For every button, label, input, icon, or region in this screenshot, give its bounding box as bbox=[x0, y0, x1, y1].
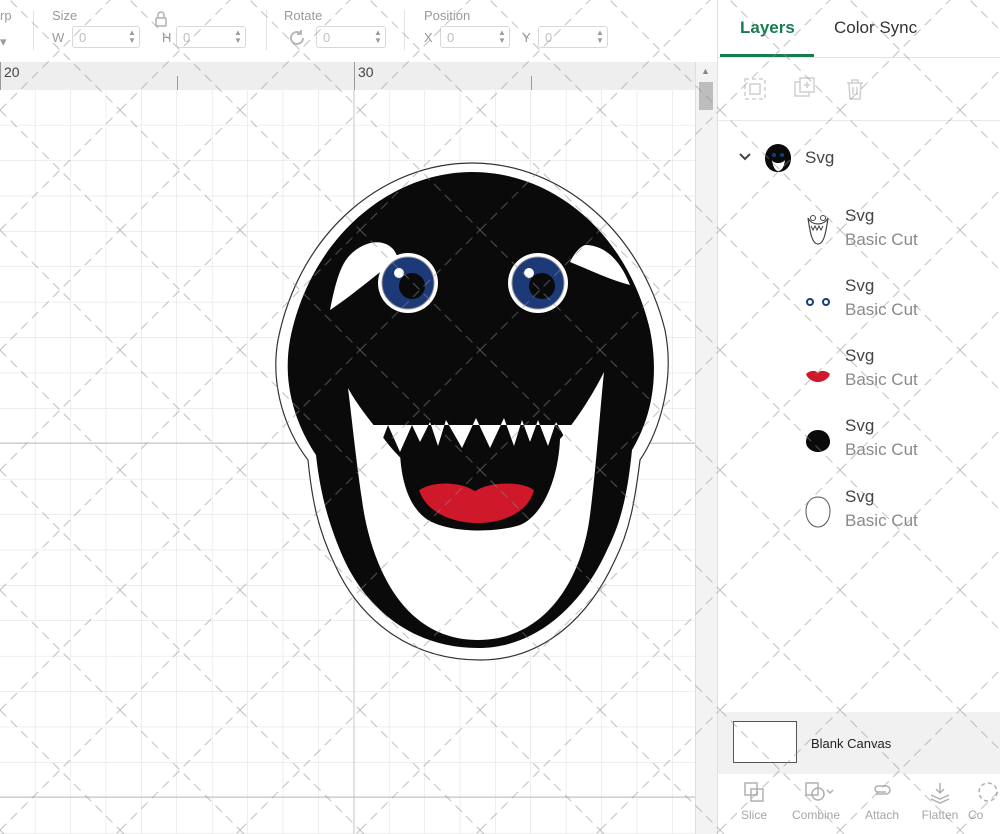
layer-row[interactable]: Svg Basic Cut bbox=[718, 270, 1000, 334]
horizontal-ruler: 20 30 bbox=[0, 62, 717, 91]
trash-icon[interactable] bbox=[842, 76, 868, 102]
ruler-tick bbox=[177, 76, 178, 90]
height-value: 0 bbox=[183, 30, 191, 45]
mascot-right-eye bbox=[508, 253, 568, 313]
toolbar-divider bbox=[718, 120, 1000, 121]
x-label: X bbox=[424, 30, 433, 45]
chevron-down-icon[interactable] bbox=[738, 150, 752, 169]
operation-label: rp bbox=[0, 8, 12, 23]
toolbar-divider bbox=[266, 10, 267, 50]
ruler-tick bbox=[354, 62, 355, 90]
rotate-input[interactable]: 0 ▲ ▼ bbox=[316, 26, 386, 48]
layer-type: Basic Cut bbox=[845, 511, 918, 530]
layer-name: Svg bbox=[845, 276, 875, 295]
rotate-label: Rotate bbox=[284, 8, 323, 23]
x-value: 0 bbox=[447, 30, 455, 45]
black-head-icon bbox=[804, 422, 832, 458]
layer-type: Basic Cut bbox=[845, 300, 918, 319]
layer-type: Basic Cut bbox=[845, 230, 918, 249]
layer-group-name[interactable]: Svg bbox=[805, 148, 834, 168]
layer-name: Svg bbox=[845, 487, 875, 506]
size-label: Size bbox=[52, 8, 78, 23]
slice-button[interactable]: Slice bbox=[726, 780, 782, 822]
layer-name: Svg bbox=[845, 346, 875, 365]
layer-row[interactable]: Svg Basic Cut bbox=[718, 410, 1000, 474]
layer-type: Basic Cut bbox=[845, 440, 918, 459]
combine-label: Combine bbox=[791, 808, 841, 822]
toolbar-divider bbox=[404, 10, 405, 50]
layer-row[interactable]: Svg Basic Cut bbox=[718, 340, 1000, 404]
y-position-input[interactable]: 0 ▲ ▼ bbox=[538, 26, 608, 48]
width-input[interactable]: 0 ▲ ▼ bbox=[72, 26, 140, 48]
ruler-tick bbox=[531, 76, 532, 90]
contour-label: Co bbox=[968, 808, 984, 822]
canvas-vertical-scrollbar[interactable]: ▲ bbox=[695, 62, 718, 834]
layer-actions-bar: Slice Combine Attach Flatten Co bbox=[718, 774, 1000, 834]
outline-shape-icon bbox=[804, 493, 832, 529]
blank-canvas-label: Blank Canvas bbox=[811, 736, 892, 751]
attach-icon bbox=[870, 780, 894, 804]
rotate-stepper[interactable]: ▲ ▼ bbox=[373, 29, 383, 45]
height-label: H bbox=[162, 30, 172, 45]
rotate-icon[interactable] bbox=[286, 27, 308, 52]
width-value: 0 bbox=[79, 30, 87, 45]
attach-label: Attach bbox=[864, 808, 900, 822]
y-stepper[interactable]: ▲ ▼ bbox=[595, 29, 605, 45]
scroll-up-icon[interactable]: ▲ bbox=[701, 66, 710, 76]
flatten-label: Flatten bbox=[921, 808, 959, 822]
eyes-icon bbox=[804, 282, 832, 318]
tabs-divider bbox=[718, 57, 1000, 58]
layer-name: Svg bbox=[845, 416, 875, 435]
lock-icon[interactable] bbox=[154, 11, 168, 30]
layer-row[interactable]: Svg Basic Cut bbox=[718, 481, 1000, 545]
tab-layers[interactable]: Layers bbox=[740, 18, 795, 38]
slice-icon bbox=[742, 780, 766, 804]
layer-name: Svg bbox=[845, 206, 875, 225]
blank-canvas-row[interactable]: Blank Canvas bbox=[718, 712, 1000, 774]
combine-icon bbox=[804, 780, 834, 804]
blank-canvas-thumbnail bbox=[733, 721, 797, 763]
slice-label: Slice bbox=[740, 808, 767, 822]
ruler-mark: 30 bbox=[358, 64, 374, 80]
tongue-icon bbox=[804, 352, 832, 388]
height-input[interactable]: 0 ▲ ▼ bbox=[176, 26, 246, 48]
layer-row[interactable]: Svg Basic Cut bbox=[718, 200, 1000, 264]
x-stepper[interactable]: ▲ ▼ bbox=[497, 29, 507, 45]
layers-panel: Layers Color Sync Svg Svg Basic Cut Svg … bbox=[717, 0, 1000, 834]
position-label: Position bbox=[424, 8, 471, 23]
attach-button[interactable]: Attach bbox=[854, 780, 910, 822]
width-label: W bbox=[52, 30, 65, 45]
ruler-tick bbox=[0, 62, 1, 90]
tab-color-sync[interactable]: Color Sync bbox=[834, 18, 917, 38]
y-label: Y bbox=[522, 30, 531, 45]
combine-button[interactable]: Combine bbox=[788, 780, 844, 822]
rotate-value: 0 bbox=[323, 30, 331, 45]
height-stepper[interactable]: ▲ ▼ bbox=[233, 29, 243, 45]
teeth-outline-icon bbox=[804, 212, 832, 248]
contour-button[interactable]: Co bbox=[968, 780, 1000, 822]
group-thumbnail-icon bbox=[764, 142, 792, 179]
scrollbar-thumb[interactable] bbox=[699, 82, 713, 110]
y-value: 0 bbox=[545, 30, 553, 45]
mascot-left-eye bbox=[378, 253, 438, 313]
x-position-input[interactable]: 0 ▲ ▼ bbox=[440, 26, 510, 48]
group-icon[interactable] bbox=[742, 76, 768, 102]
layer-type: Basic Cut bbox=[845, 370, 918, 389]
properties-toolbar: rp ▾ Size W 0 ▲ ▼ H 0 ▲ ▼ Rotate 0 ▲ ▼ Posi… bbox=[0, 0, 717, 62]
orca-mascot-design[interactable] bbox=[270, 160, 680, 670]
toolbar-divider bbox=[33, 10, 34, 50]
ruler-mark: 20 bbox=[4, 64, 20, 80]
operation-dropdown[interactable]: ▾ bbox=[0, 34, 7, 50]
flatten-icon bbox=[928, 780, 952, 804]
duplicate-icon[interactable] bbox=[792, 76, 818, 102]
width-stepper[interactable]: ▲ ▼ bbox=[127, 29, 137, 45]
flatten-button[interactable]: Flatten bbox=[912, 780, 968, 822]
contour-icon bbox=[974, 780, 998, 804]
design-canvas[interactable] bbox=[0, 90, 695, 834]
